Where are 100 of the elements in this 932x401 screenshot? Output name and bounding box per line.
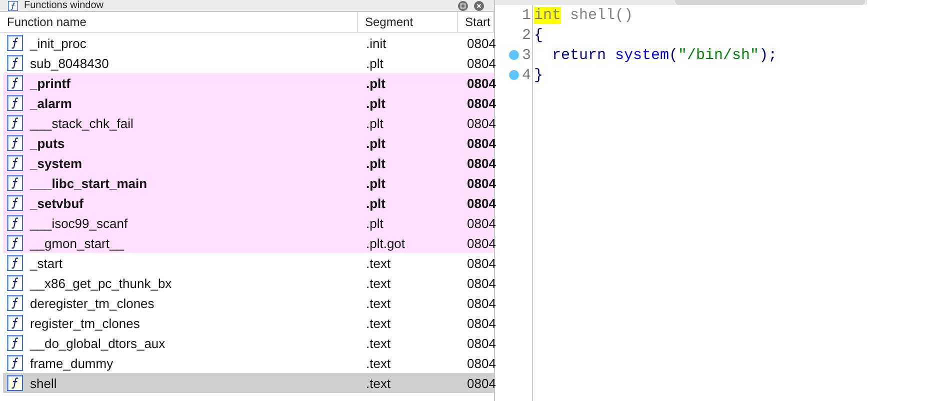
function-name: __do_global_dtors_aux (30, 336, 166, 350)
start-cell-text: 0804 (466, 176, 497, 190)
function-icon (7, 355, 23, 371)
function-row[interactable]: __do_global_dtors_aux .text 0804 (0, 333, 494, 353)
function-icon (7, 215, 23, 231)
line-number: 3 (522, 46, 531, 64)
start-cell-text: 0804 (466, 136, 497, 150)
function-name: ___libc_start_main (30, 176, 148, 190)
line-number: 4 (522, 66, 531, 84)
start-cell-text: 0804 (466, 376, 497, 390)
function-icon (7, 175, 23, 191)
function-icon (7, 55, 23, 71)
function-icon (7, 315, 23, 331)
function-row[interactable]: shell .text 0804 (0, 373, 494, 393)
segment-cell-text: .plt (365, 136, 386, 150)
segment-cell-text: .text (365, 376, 392, 390)
function-icon (7, 35, 23, 51)
function-name: deregister_tm_clones (30, 296, 154, 310)
function-row[interactable]: deregister_tm_clones .text 0804 (0, 293, 494, 313)
function-name: ___stack_chk_fail (30, 116, 134, 130)
function-row[interactable]: _puts .plt 0804 (0, 133, 494, 153)
function-name: _setvbuf (30, 196, 84, 210)
breakpoint-dot[interactable] (508, 70, 519, 80)
code-line: { (533, 26, 544, 44)
close-icon[interactable] (474, 1, 484, 11)
function-row[interactable]: __gmon_start__ .plt.got 0804 (0, 233, 494, 253)
function-icon (7, 275, 23, 291)
function-icon (7, 135, 23, 151)
start-cell-text: 0804 (466, 56, 497, 70)
segment-cell-text: .plt (365, 56, 384, 70)
column-header[interactable]: Start (458, 12, 494, 32)
function-row[interactable]: _printf .plt 0804 (0, 73, 494, 93)
start-cell-text: 0804 (466, 296, 497, 310)
segment-cell-text: .plt (365, 196, 386, 210)
function-row[interactable]: ___stack_chk_fail .plt 0804 (0, 113, 494, 133)
start-cell-text: 0804 (466, 76, 497, 90)
function-name: _system (30, 156, 82, 170)
window-title: Functions window (24, 0, 104, 11)
segment-cell-text: .text (365, 296, 392, 310)
function-row[interactable]: _setvbuf .plt 0804 (0, 193, 494, 213)
line-number: 2 (522, 26, 531, 44)
function-name: ___isoc99_scanf (30, 216, 128, 230)
code-line: int shell() (533, 6, 634, 24)
segment-cell-text: .plt (365, 176, 386, 190)
segment-cell-text: .plt (365, 216, 384, 230)
function-row[interactable]: ___libc_start_main .plt 0804 (0, 173, 494, 193)
function-icon (7, 95, 23, 111)
start-cell-text: 0804 (466, 116, 497, 130)
function-name: _start (30, 256, 63, 270)
start-cell-text: 0804 (466, 276, 497, 290)
code-line: return system("/bin/sh"); (551, 46, 778, 64)
segment-cell-text: .text (365, 256, 392, 270)
function-row[interactable]: _system .plt 0804 (0, 153, 494, 173)
function-name: frame_dummy (30, 356, 114, 370)
segment-cell-text: .text (365, 336, 392, 350)
segment-cell-text: .plt (365, 156, 386, 170)
function-name: __gmon_start__ (30, 236, 124, 250)
restore-icon[interactable] (458, 1, 468, 11)
function-name: _printf (30, 76, 70, 90)
function-name: sub_8048430 (30, 56, 109, 70)
segment-cell-text: .text (365, 356, 392, 370)
function-row[interactable]: __x86_get_pc_thunk_bx .text 0804 (0, 273, 494, 293)
segment-cell-text: .text (365, 316, 392, 330)
start-cell-text: 0804 (466, 316, 497, 330)
function-row[interactable]: _start .text 0804 (0, 253, 494, 273)
function-name: _init_proc (30, 36, 86, 50)
segment-cell-text: .init (365, 36, 388, 50)
function-row[interactable]: ___isoc99_scanf .plt 0804 (0, 213, 494, 233)
code-line: } (533, 66, 544, 84)
function-row[interactable]: _alarm .plt 0804 (0, 93, 494, 113)
segment-cell-text: .plt (365, 76, 386, 90)
function-icon (7, 195, 23, 211)
function-icon (7, 155, 23, 171)
start-cell-text: 0804 (466, 336, 497, 350)
function-icon (7, 295, 23, 311)
segment-cell-text: .text (365, 276, 392, 290)
function-row[interactable]: _init_proc .init 0804 (0, 33, 494, 53)
function-icon (7, 75, 23, 91)
function-name: __x86_get_pc_thunk_bx (30, 276, 172, 290)
function-name: _alarm (30, 96, 72, 110)
start-cell-text: 0804 (466, 36, 497, 50)
segment-cell-text: .plt (365, 116, 384, 130)
function-icon (7, 115, 23, 131)
start-cell-text: 0804 (466, 236, 497, 250)
start-cell-text: 0804 (466, 96, 497, 110)
breakpoint-dot[interactable] (508, 50, 519, 60)
function-name: shell (30, 376, 57, 390)
start-cell-text: 0804 (466, 196, 497, 210)
function-icon (7, 255, 23, 271)
function-row[interactable]: register_tm_clones .text 0804 (0, 313, 494, 333)
function-icon (7, 335, 23, 351)
start-cell-text: 0804 (466, 216, 497, 230)
function-name: _puts (30, 136, 65, 150)
start-cell-text: 0804 (466, 156, 497, 170)
column-header[interactable]: Function name (0, 12, 358, 32)
start-cell-text: 0804 (466, 256, 497, 270)
column-header[interactable]: Segment (358, 12, 458, 32)
start-cell-text: 0804 (466, 356, 497, 370)
function-name: register_tm_clones (30, 316, 140, 330)
function-icon (7, 375, 23, 391)
